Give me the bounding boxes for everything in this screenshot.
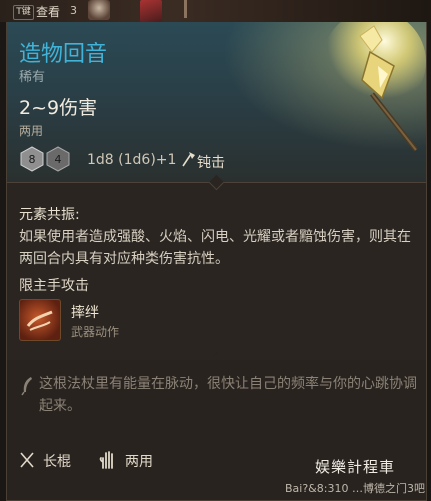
damage-range: 2~9伤害 [19, 97, 98, 119]
stack-count: 3 [70, 4, 77, 17]
tooltip-header: 造物回音 稀有 2~9伤害 两用 8 4 1d8 (1d6)+1 钝击 [7, 22, 426, 182]
action-name: 摔绊 [71, 305, 99, 321]
two-hand-icon [99, 451, 113, 469]
d8-dice-icon: 8 [20, 146, 44, 172]
property-title: 元素共振: [19, 207, 80, 223]
flavor-section: 这根法杖里有能量在脉动，很快让自己的频率与你的心跳协调起来。 长棍 两用 [7, 360, 426, 500]
d8-dice-label: 8 [29, 153, 36, 166]
item-name: 造物回音 [19, 42, 108, 67]
inventory-book-icon[interactable] [140, 0, 162, 22]
trip-action-icon[interactable] [19, 299, 61, 341]
handedness: 两用 [19, 124, 44, 138]
d4-dice-label: 4 [55, 153, 62, 166]
top-strip: T键 查看 3 [0, 0, 431, 22]
d4-dice-icon: 4 [46, 146, 70, 172]
watermark-title: 娱樂計程車 [315, 458, 396, 476]
view-label[interactable]: 查看 [36, 3, 60, 20]
flavor-text: 这根法杖里有能量在脉动，很快让自己的频率与你的心跳协调起来。 [39, 376, 417, 414]
quill-icon [21, 377, 32, 396]
key-hint-badge: T键 [13, 5, 34, 20]
weapon-prop-label: 长棍 [43, 454, 71, 470]
damage-type: 钝击 [197, 155, 225, 171]
scroll-marker [184, 0, 187, 18]
damage-dice-row: 8 4 1d8 (1d6)+1 钝击 [19, 146, 279, 174]
staff-art-icon [322, 22, 426, 152]
property-description: 如果使用者造成强酸、火焰、闪电、光耀或者黯蚀伤害，则其在两回合内具有对应种类伤害… [19, 229, 411, 267]
property-section: 元素共振: 如果使用者造成强酸、火焰、闪电、光耀或者黯蚀伤害，则其在两回合内具有… [7, 192, 426, 360]
staff-icon [20, 452, 34, 468]
weapon-properties: 长棍 两用 [19, 450, 319, 472]
weapon-prop-label: 两用 [125, 454, 153, 470]
item-tooltip: 造物回音 稀有 2~9伤害 两用 8 4 1d8 (1d6)+1 钝击 元素共振… [6, 22, 427, 501]
main-hand-note: 限主手攻击 [19, 278, 89, 294]
watermark-subtitle: Bai?&8:310 …博德之门3吧 [285, 482, 425, 495]
action-type: 武器动作 [71, 325, 120, 339]
damage-formula: 1d8 (1d6)+1 [87, 152, 177, 168]
inventory-thumb-icon[interactable] [88, 0, 110, 20]
item-rarity: 稀有 [19, 70, 46, 85]
bludgeon-icon [182, 152, 195, 167]
